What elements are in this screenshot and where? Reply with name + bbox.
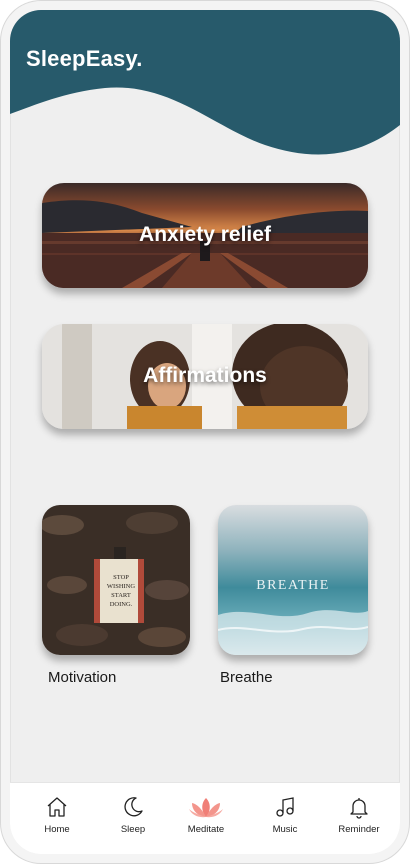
anxiety-relief-card[interactable]: Anxiety relief [42, 183, 368, 288]
lotus-icon [189, 798, 223, 818]
app-logo: SleepEasy. [26, 46, 143, 71]
nav-home[interactable]: Home [27, 795, 87, 835]
header-wave [10, 10, 400, 155]
motivation-image-text-2: WISHING [107, 583, 135, 590]
nav-home-label: Home [44, 824, 70, 835]
nav-reminder[interactable]: Reminder [329, 795, 389, 835]
phone-frame: SleepEasy. Anxiety relief Affirmations S… [1, 1, 409, 863]
nav-reminder-label: Reminder [338, 824, 380, 835]
motivation-label: Motivation [48, 669, 117, 686]
header-banner: SleepEasy. [10, 10, 400, 170]
music-note-icon [276, 797, 294, 817]
motivation-image-text-4: DOING. [110, 601, 133, 608]
nav-music[interactable]: Music [255, 795, 315, 835]
nav-meditate[interactable]: Meditate [176, 795, 236, 835]
motivation-image: STOP WISHING START DOING. [42, 505, 190, 655]
bottom-nav: Home Sleep Meditate Music Reminder [10, 782, 400, 854]
affirmations-title: Affirmations [143, 364, 267, 387]
nav-sleep[interactable]: Sleep [103, 795, 163, 835]
breathe-image-text: BREATHE [256, 578, 330, 593]
affirmations-card[interactable]: Affirmations [42, 324, 368, 429]
breathe-label: Breathe [220, 669, 273, 686]
breathe-card[interactable]: BREATHE [218, 505, 368, 655]
moon-icon [124, 797, 143, 817]
nav-meditate-label: Meditate [187, 824, 225, 835]
home-icon [47, 797, 67, 817]
nav-sleep-label: Sleep [120, 824, 146, 835]
motivation-image-text-3: START [111, 592, 131, 599]
motivation-card[interactable]: STOP WISHING START DOING. [42, 505, 190, 655]
nav-music-label: Music [272, 824, 298, 835]
anxiety-relief-title: Anxiety relief [139, 223, 271, 246]
bell-icon [350, 798, 368, 819]
breathe-image: BREATHE [218, 505, 368, 655]
motivation-image-text-1: STOP [113, 574, 129, 581]
